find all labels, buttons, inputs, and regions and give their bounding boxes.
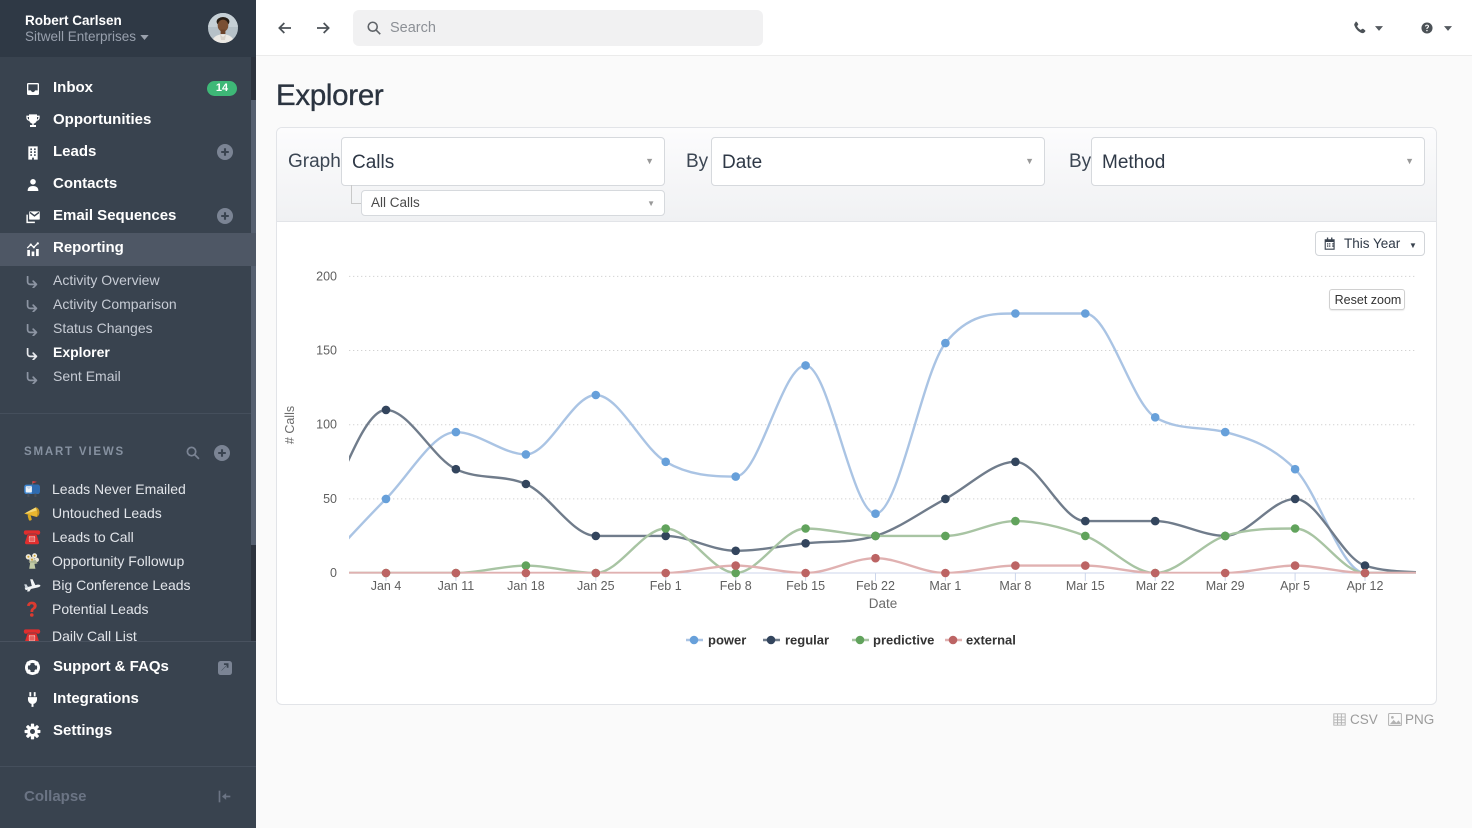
svg-text:50: 50	[323, 492, 337, 506]
svg-text:regular: regular	[785, 633, 829, 648]
svg-text:Mar 22: Mar 22	[1136, 579, 1175, 593]
svg-text:Mar 29: Mar 29	[1206, 579, 1245, 593]
svg-text:Feb 15: Feb 15	[786, 579, 825, 593]
svg-text:Jan 11: Jan 11	[438, 579, 475, 593]
svg-text:Apr 5: Apr 5	[1280, 579, 1310, 593]
svg-text:100: 100	[316, 418, 337, 432]
svg-text:Feb 8: Feb 8	[720, 579, 752, 593]
svg-text:Mar 8: Mar 8	[999, 579, 1031, 593]
svg-text:Feb 1: Feb 1	[650, 579, 682, 593]
svg-text:0: 0	[330, 566, 337, 580]
svg-text:predictive: predictive	[873, 633, 934, 648]
svg-text:power: power	[708, 633, 746, 648]
svg-text:Mar 15: Mar 15	[1066, 579, 1105, 593]
svg-text:Jan 18: Jan 18	[507, 579, 545, 593]
svg-text:Date: Date	[869, 596, 898, 611]
svg-text:external: external	[966, 633, 1016, 648]
svg-text:Apr 12: Apr 12	[1347, 579, 1384, 593]
svg-text:Jan 25: Jan 25	[577, 579, 615, 593]
svg-text:Feb 22: Feb 22	[856, 579, 895, 593]
svg-text:Jan 4: Jan 4	[371, 579, 402, 593]
svg-text:150: 150	[316, 344, 337, 358]
svg-text:200: 200	[316, 269, 337, 283]
svg-text:Mar 1: Mar 1	[929, 579, 961, 593]
svg-text:# Calls: # Calls	[283, 406, 297, 444]
